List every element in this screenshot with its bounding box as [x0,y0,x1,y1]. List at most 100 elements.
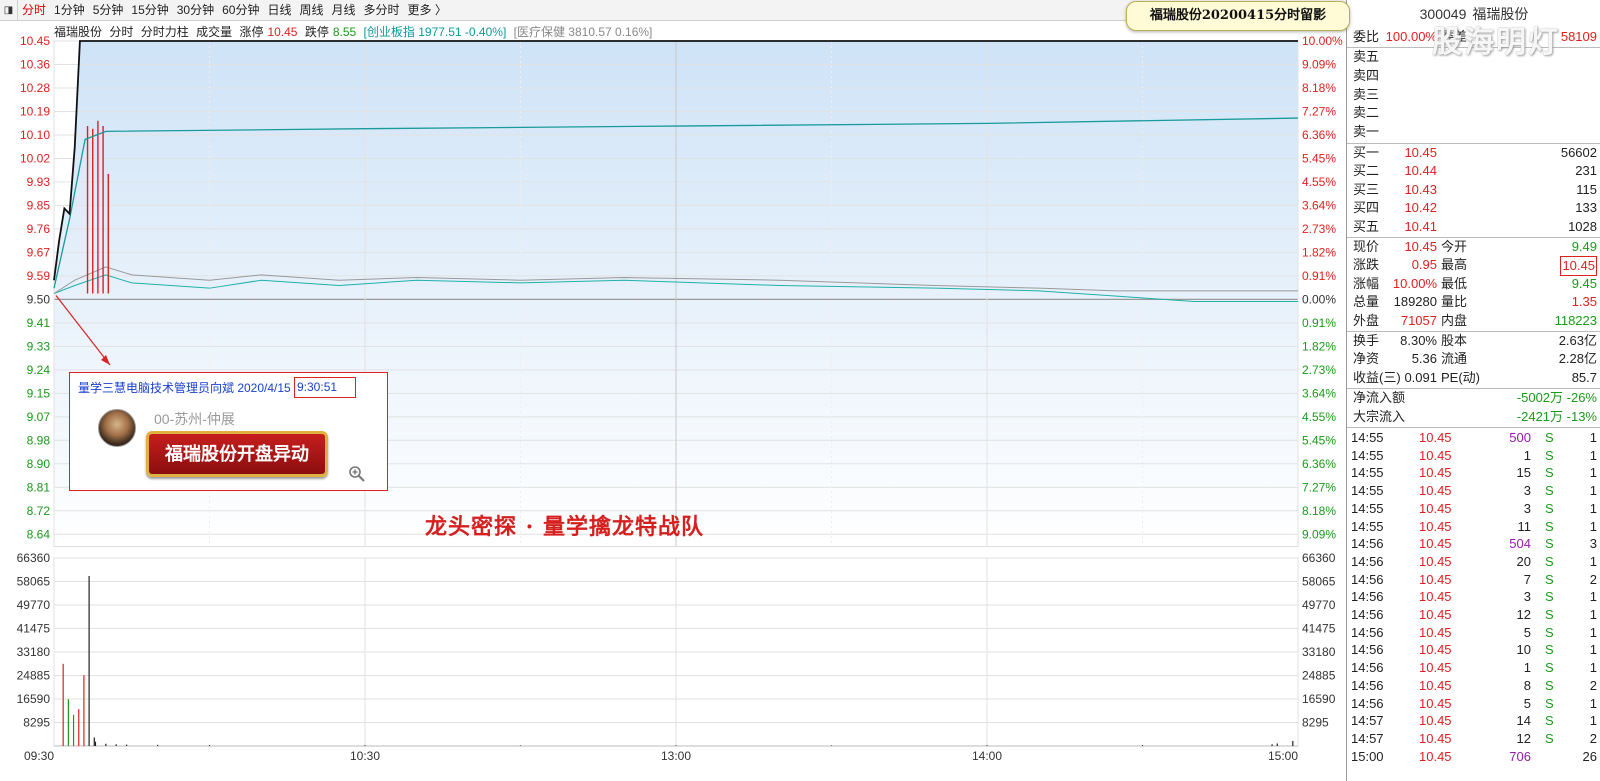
trade-price: 10.45 [1419,447,1452,463]
price-tick-label: 8.90 [27,457,51,471]
row-label-2: PE(动) [1441,369,1481,385]
row-value-2: 10.45 [1560,256,1597,277]
trade-side: S [1545,713,1554,729]
tick-trade-row: 14:55 10.45 3 S 1 [1347,500,1600,518]
volume-tick-label: 16590 [17,692,51,706]
quote-stat-row: 涨幅 10.00% 最低 9.45 [1347,275,1600,293]
trade-side: S [1545,660,1554,676]
period-tab[interactable]: 30分钟 [173,0,218,21]
row-value-2: 1028 [1568,218,1597,234]
trade-side: S [1545,607,1554,622]
caption-text: 龙头密探 · 量学擒龙特战队 [425,514,704,540]
row-value-2: 2.28亿 [1558,351,1597,367]
annotation-time: 9:30:51 [294,377,356,398]
period-tab[interactable]: 15分钟 [127,0,172,21]
tick-trade-row: 14:56 10.45 1 S 1 [1347,659,1600,677]
trade-volume: 1 [1523,660,1531,676]
row-value-2: 115 [1576,181,1597,197]
pct-tick-label: 5.45% [1302,151,1336,165]
row-value: 71057 [1400,312,1437,328]
price-tick-label: 8.72 [27,504,51,518]
row-value: 8.30% [1400,333,1437,348]
trade-count: 26 [1582,748,1597,764]
trade-time: 14:56 [1351,695,1384,711]
ask-row: 卖一 [1347,123,1600,141]
volume-tick-label-right: 24885 [1302,669,1336,683]
row-value-2: 133 [1575,200,1597,216]
trade-price: 10.45 [1419,730,1452,746]
row-value-2: 118223 [1554,312,1597,328]
trade-time: 14:57 [1351,730,1384,746]
row-label: 涨幅 [1353,275,1380,291]
row-label-2: 股本 [1441,333,1468,348]
tick-trade-row: 14:55 10.45 11 S 1 [1347,518,1600,536]
period-tab[interactable]: 1分钟 [50,0,89,21]
annotation-popup[interactable]: 量学三慧电脑技术管理员向斌 2020/4/15 9:30:51 00-苏州-仲展… [69,372,388,491]
trade-side: S [1545,677,1554,693]
row-value-2: 2.63亿 [1558,333,1597,348]
trade-volume: 5 [1523,695,1531,711]
row-value: 10.42 [1404,200,1437,216]
flow-value: -5002万 -26% [1516,390,1597,406]
period-tab[interactable]: 周线 [295,0,327,21]
row-value: 0.091 [1404,369,1437,385]
trade-count: 1 [1589,465,1597,481]
price-tick-label: 8.81 [27,480,51,494]
row-value-2: 56602 [1560,145,1597,160]
trade-time: 14:56 [1351,571,1384,587]
period-tab[interactable]: 更多 〉 [404,0,451,21]
fundamental-row: 净资 5.36 流通 2.28亿 [1347,350,1600,368]
trade-volume: 15 [1516,465,1531,481]
tick-trade-row: 14:55 10.45 15 S 1 [1347,464,1600,482]
volume-tick-label: 66360 [17,551,51,565]
tick-trade-row: 14:56 10.45 504 S 3 [1347,535,1600,553]
trade-count: 1 [1589,589,1597,605]
period-tab[interactable]: 月线 [328,0,360,21]
row-label: 买五 [1353,218,1380,234]
trade-side: S [1545,730,1554,746]
period-tab[interactable]: 日线 [263,0,295,21]
trade-side: S [1545,447,1554,463]
panel-toggle-icon[interactable]: ◨ [0,0,18,21]
trade-volume: 5 [1523,624,1531,640]
row-value: 0.95 [1411,257,1437,273]
trade-volume: 7 [1523,571,1531,587]
trade-price: 10.45 [1419,536,1452,552]
row-value: 10.00% [1392,275,1437,291]
price-tick-label: 9.93 [27,175,51,189]
pct-tick-label: 1.82% [1302,339,1336,353]
pct-tick-label: 0.91% [1302,316,1336,330]
trade-time: 14:56 [1351,536,1384,552]
volume-tick-label-right: 49770 [1302,598,1336,612]
row-label-2: 今开 [1441,239,1468,254]
trade-side: S [1545,430,1554,445]
period-tab[interactable]: 多分时 [360,0,404,21]
pct-tick-label: 2.73% [1302,363,1336,377]
trade-side: S [1545,483,1554,499]
trade-price: 10.45 [1419,571,1452,587]
trade-price: 10.45 [1419,624,1452,640]
price-tick-label: 10.28 [20,81,50,95]
trade-time: 14:55 [1351,447,1384,463]
annotation-message: 福瑞股份开盘异动 [146,431,328,477]
fundamental-row: 收益(三) 0.091 PE(动) 85.7 [1347,369,1600,387]
period-tab[interactable]: 60分钟 [218,0,263,21]
period-tab[interactable]: 分时 [18,0,50,21]
trade-volume: 20 [1516,553,1531,569]
row-label: 买二 [1353,163,1380,179]
quote-stat-row: 涨跌 0.95 最高 10.45 [1347,256,1600,277]
trade-side: S [1545,553,1554,569]
trade-price: 10.45 [1419,660,1452,676]
trade-count: 2 [1589,730,1597,746]
row-label: 净资 [1353,351,1380,367]
tick-trade-row: 14:57 10.45 14 S 1 [1347,712,1600,730]
period-tab[interactable]: 5分钟 [89,0,128,21]
row-label: 委比 [1353,29,1380,44]
trade-side: S [1545,536,1554,552]
trade-volume: 12 [1516,730,1531,746]
ask-row: 卖四 [1347,67,1600,85]
annotation-user: 00-苏州-仲展 [154,411,235,427]
zoom-in-icon[interactable] [348,465,366,483]
intraday-chart[interactable]: 福瑞股份 分时 分时力柱 成交量 涨停 10.45 跌停 8.55 [创业板指 19… [0,21,1346,781]
row-value: 189280 [1393,294,1437,310]
